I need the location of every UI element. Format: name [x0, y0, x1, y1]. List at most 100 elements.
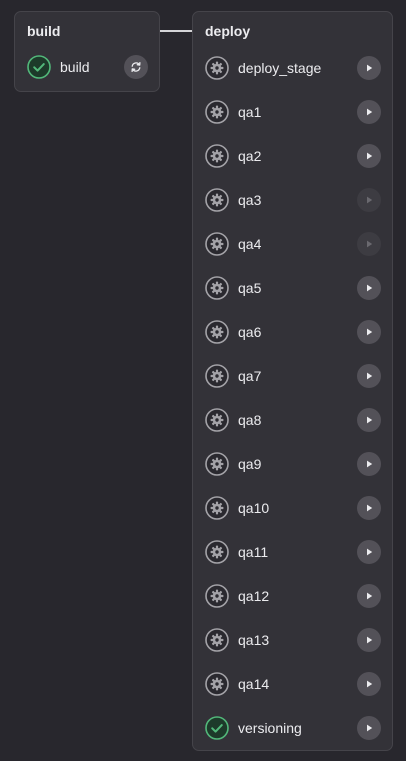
gear-icon [205, 100, 229, 124]
play-icon [367, 108, 373, 116]
play-icon [367, 328, 373, 336]
job-name: qa10 [238, 500, 270, 516]
play-button[interactable] [357, 452, 381, 476]
stage-build: build build [14, 11, 160, 92]
play-button[interactable] [357, 320, 381, 344]
play-icon [367, 64, 373, 72]
gear-icon [205, 452, 229, 476]
play-button[interactable] [357, 408, 381, 432]
stage-deploy: deploy deploy_stage qa1 qa2 qa3 qa4 qa5 qa6 qa7… [192, 11, 393, 751]
job-deploy-stage[interactable]: deploy_stage [193, 50, 392, 86]
job-qa2[interactable]: qa2 [193, 138, 392, 174]
play-button[interactable] [357, 496, 381, 520]
play-icon [367, 548, 373, 556]
gear-icon [205, 276, 229, 300]
gear-icon [205, 364, 229, 388]
job-name: qa5 [238, 280, 262, 296]
play-icon [367, 152, 373, 160]
gear-icon [205, 232, 229, 256]
job-qa13[interactable]: qa13 [193, 622, 392, 658]
play-icon [367, 592, 373, 600]
job-status [205, 144, 229, 168]
gear-icon [205, 584, 229, 608]
job-name: qa11 [238, 544, 269, 560]
stage-title: deploy [205, 23, 251, 39]
job-status [205, 100, 229, 124]
job-build[interactable]: build [15, 49, 159, 85]
job-name: qa3 [238, 192, 262, 208]
job-name: qa13 [238, 632, 270, 648]
job-status [205, 540, 229, 564]
job-status [27, 55, 51, 79]
job-status [205, 716, 229, 740]
job-name: deploy_stage [238, 60, 322, 76]
job-status [205, 672, 229, 696]
job-status [205, 320, 229, 344]
retry-button[interactable] [124, 55, 148, 79]
check-circle-icon [27, 55, 51, 79]
gear-icon [205, 188, 229, 212]
play-button [357, 188, 381, 212]
job-name: qa2 [238, 148, 262, 164]
play-button[interactable] [357, 540, 381, 564]
play-icon [367, 460, 373, 468]
play-icon [367, 240, 373, 248]
play-icon [367, 416, 373, 424]
play-button[interactable] [357, 716, 381, 740]
job-qa10[interactable]: qa10 [193, 490, 392, 526]
job-qa8[interactable]: qa8 [193, 402, 392, 438]
job-name: qa12 [238, 588, 270, 604]
retry-icon [131, 61, 141, 73]
job-name: qa7 [238, 368, 262, 384]
job-name: qa6 [238, 324, 262, 340]
job-status [205, 408, 229, 432]
job-qa14[interactable]: qa14 [193, 666, 392, 702]
job-versioning[interactable]: versioning [193, 710, 392, 746]
gear-icon [205, 496, 229, 520]
job-status [205, 628, 229, 652]
pipeline-graph: build build deploy deploy_stage qa1 qa2 qa3… [0, 0, 406, 761]
job-status [205, 188, 229, 212]
play-button[interactable] [357, 628, 381, 652]
play-button[interactable] [357, 56, 381, 80]
gear-icon [205, 672, 229, 696]
play-button[interactable] [357, 276, 381, 300]
gear-icon [205, 628, 229, 652]
play-button[interactable] [357, 672, 381, 696]
gear-icon [205, 144, 229, 168]
job-qa9[interactable]: qa9 [193, 446, 392, 482]
play-icon [367, 372, 373, 380]
job-qa3[interactable]: qa3 [193, 182, 392, 218]
job-status [205, 276, 229, 300]
stage-title: build [27, 23, 61, 39]
gear-icon [205, 408, 229, 432]
job-qa4[interactable]: qa4 [193, 226, 392, 262]
job-name: versioning [238, 720, 302, 736]
job-qa5[interactable]: qa5 [193, 270, 392, 306]
job-qa12[interactable]: qa12 [193, 578, 392, 614]
play-button [357, 232, 381, 256]
play-icon [367, 636, 373, 644]
job-status [205, 584, 229, 608]
job-qa7[interactable]: qa7 [193, 358, 392, 394]
job-qa6[interactable]: qa6 [193, 314, 392, 350]
play-icon [367, 724, 373, 732]
gear-icon [205, 56, 229, 80]
gear-icon [205, 320, 229, 344]
play-icon [367, 504, 373, 512]
gear-icon [205, 540, 229, 564]
play-button[interactable] [357, 100, 381, 124]
play-icon [367, 196, 373, 204]
job-name: qa1 [238, 104, 262, 120]
job-name: qa14 [238, 676, 270, 692]
job-qa11[interactable]: qa11 [193, 534, 392, 570]
play-icon [367, 680, 373, 688]
job-name: qa4 [238, 236, 262, 252]
check-circle-icon [205, 716, 229, 740]
job-qa1[interactable]: qa1 [193, 94, 392, 130]
play-button[interactable] [357, 584, 381, 608]
play-button[interactable] [357, 364, 381, 388]
job-status [205, 496, 229, 520]
play-button[interactable] [357, 144, 381, 168]
job-name: qa9 [238, 456, 262, 472]
